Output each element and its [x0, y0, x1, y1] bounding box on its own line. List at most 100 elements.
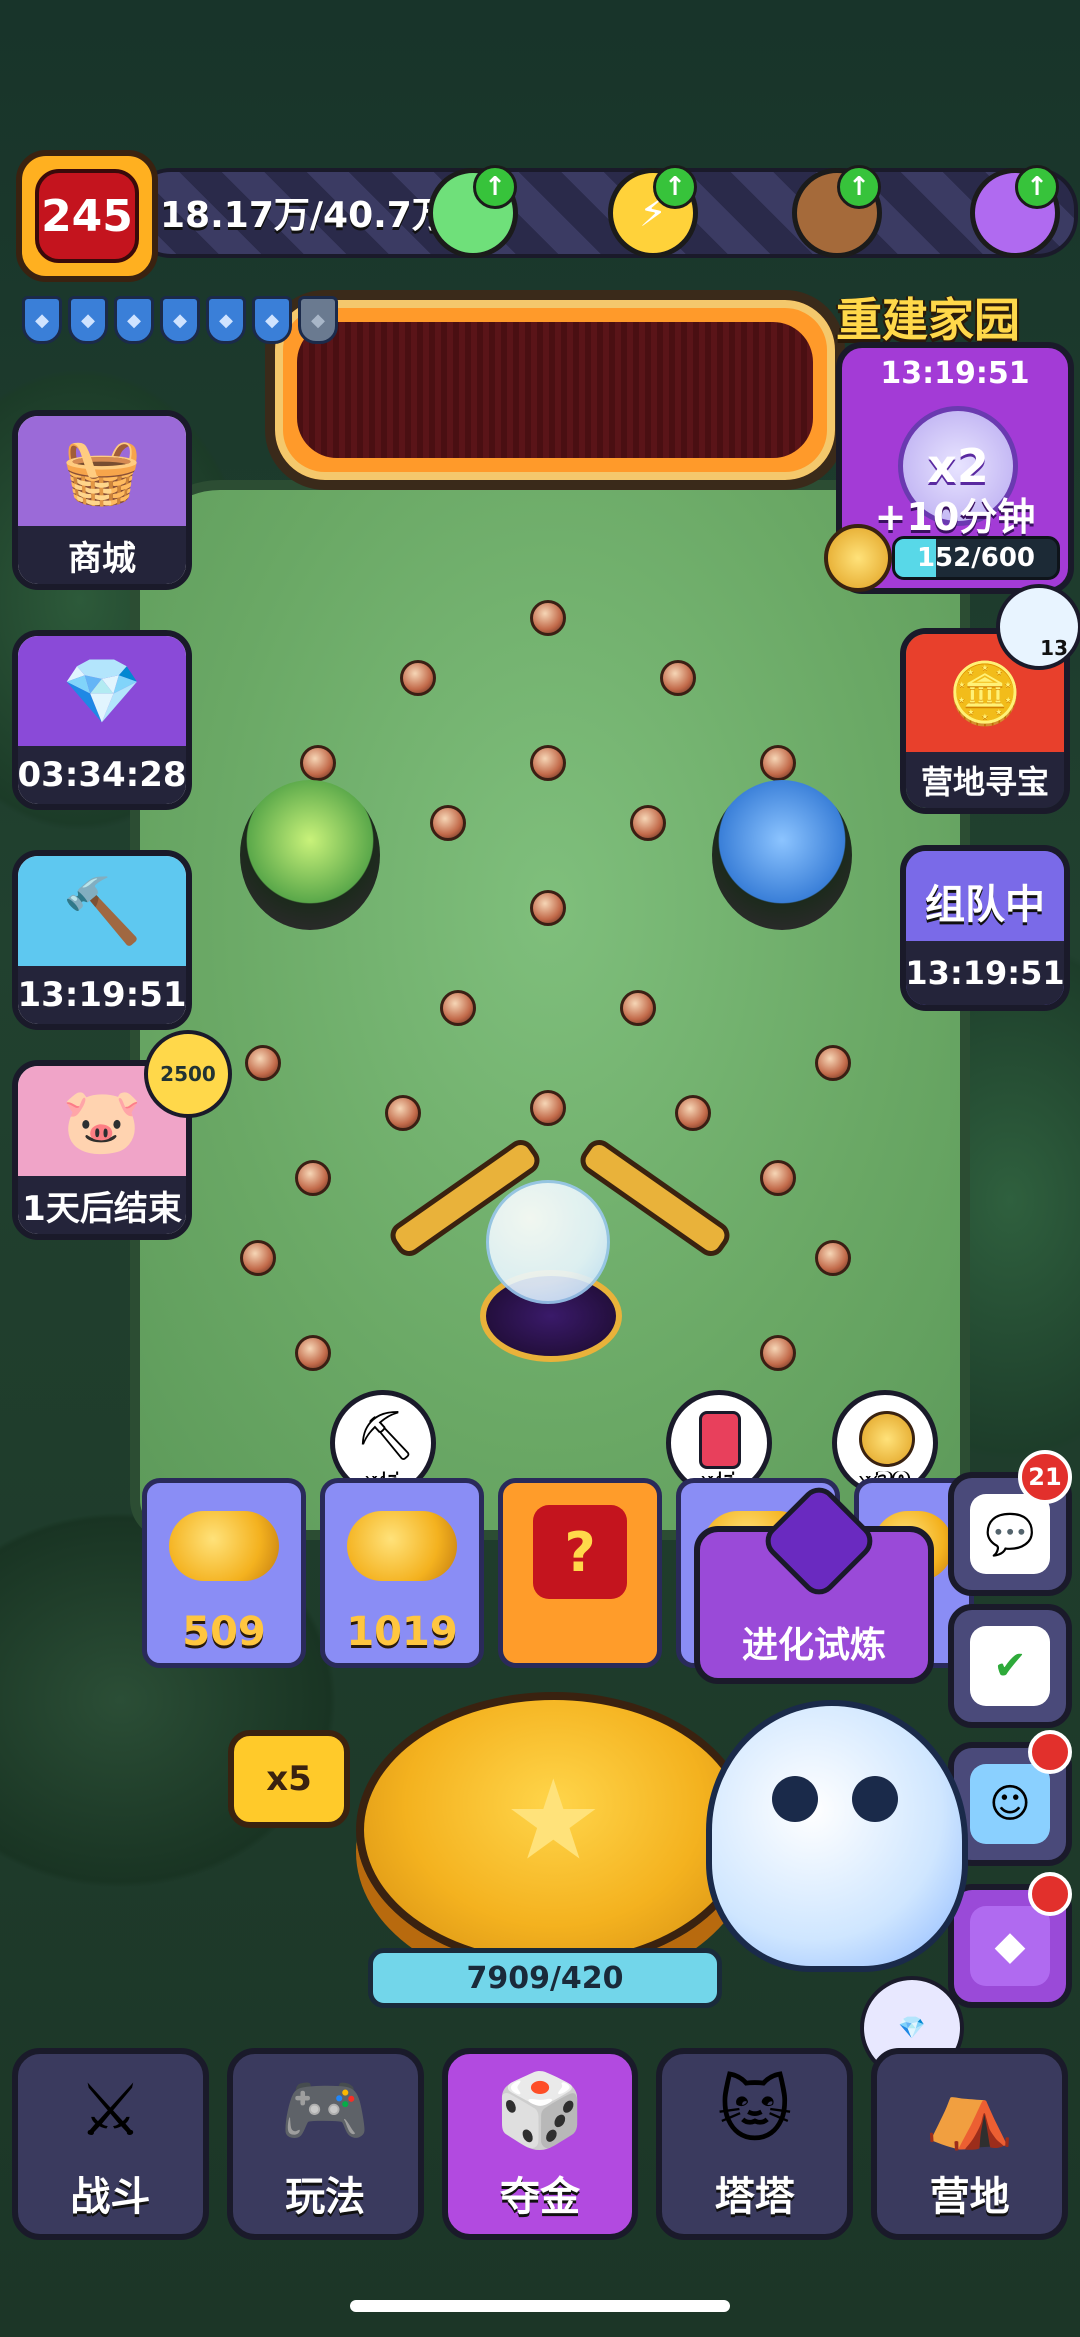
peg — [760, 745, 796, 781]
coin-pile-icon — [347, 1511, 457, 1581]
player-level: 245 — [35, 169, 139, 263]
energy-counter: 7909/420 — [368, 1948, 722, 2008]
piggy-bank-label: 1天后结束 — [18, 1176, 186, 1234]
golden-screw-icon — [859, 1411, 915, 1467]
energy-drink-icon — [699, 1411, 741, 1469]
gem-box-icon: 💎 — [18, 636, 186, 746]
peg — [530, 745, 566, 781]
chat-icon: 💬 — [970, 1494, 1050, 1574]
peg — [530, 600, 566, 636]
arrow-up-icon: ↑ — [473, 165, 517, 209]
nav-label: 玩法 — [285, 2174, 366, 2220]
player-level-badge[interactable]: 245 — [16, 150, 158, 282]
evolution-trial-button[interactable]: 进化试炼 — [694, 1480, 934, 1684]
peg — [240, 1240, 276, 1276]
star-egg-bumper — [240, 780, 380, 930]
home-indicator[interactable] — [350, 2300, 730, 2312]
team-timer: 13:19:51 — [906, 941, 1064, 1005]
cat-emblem-icon: ◆ — [970, 1906, 1050, 1986]
peg — [440, 990, 476, 1026]
peg — [295, 1160, 331, 1196]
shield-icon: ◆ — [252, 296, 292, 344]
cat-face-icon: 🐱 — [717, 2068, 793, 2152]
tent-icon: ⛺ — [924, 2068, 1015, 2152]
peg — [530, 1090, 566, 1126]
pinball-field — [130, 480, 970, 1540]
reward-value: 509 — [182, 1609, 266, 1655]
yellow-upgrade-button[interactable]: ⚡ ↑ — [608, 165, 698, 258]
nav-battle[interactable]: ⚔ 战斗 — [12, 2048, 209, 2240]
tasks-button[interactable]: ✔ — [948, 1604, 1072, 1728]
peg — [245, 1045, 281, 1081]
pet-notification-dot — [1028, 1872, 1072, 1916]
shield-bumper — [712, 780, 852, 930]
friends-notification-dot — [1028, 1730, 1072, 1774]
team-button[interactable]: 组队中 13:19:51 — [900, 845, 1070, 1011]
arrow-up-icon: ↑ — [837, 165, 881, 209]
peg — [530, 890, 566, 926]
nav-camp[interactable]: ⛺ 营地 — [871, 2048, 1068, 2240]
hammer-event-button[interactable]: 🔨 13:19:51 — [12, 850, 192, 1030]
peg — [760, 1335, 796, 1371]
ticket-bubble — [486, 1180, 610, 1304]
pickaxe-count-badge: 13 — [996, 584, 1080, 670]
mystery-slot: ? — [498, 1478, 662, 1668]
nav-tata[interactable]: 🐱 塔塔 — [656, 2048, 854, 2240]
shield-icon: ◆ — [68, 296, 108, 344]
shield-icon: ◆ — [160, 296, 200, 344]
shop-button[interactable]: 🧺 商城 — [12, 410, 192, 590]
rebuild-title: 重建家园 — [836, 293, 1020, 347]
bottom-navigation: ⚔ 战斗 🎮 玩法 🎲 夺金 🐱 塔塔 ⛺ 营地 — [12, 2048, 1068, 2240]
peg — [400, 660, 436, 696]
peg — [295, 1335, 331, 1371]
nav-label: 战斗 — [70, 2174, 151, 2220]
shield-icon: ◆ — [114, 296, 154, 344]
hammer-event-timer: 13:19:51 — [18, 966, 186, 1024]
rebuild-progress-bar: 152/600 — [892, 536, 1060, 580]
dice-faces-icon: 🎲 — [495, 2068, 585, 2152]
chat-notification-badge: 21 — [1018, 1450, 1072, 1504]
team-flag-icon: 组队中 — [906, 851, 1064, 941]
shield-icon: ◆ — [206, 296, 246, 344]
rebuild-progress-text: 152/600 — [916, 543, 1036, 573]
coin-pile-icon — [169, 1511, 279, 1581]
gem-box-button[interactable]: 💎 03:34:28 — [12, 630, 192, 810]
launch-button[interactable]: ★ — [356, 1692, 752, 1968]
nav-label: 塔塔 — [714, 2174, 795, 2220]
piggy-gem-count-badge: 2500 — [144, 1030, 232, 1118]
nav-play[interactable]: 🎮 玩法 — [226, 2048, 424, 2240]
peg — [300, 745, 336, 781]
reward-slot: 509 — [142, 1478, 306, 1668]
brown-upgrade-button[interactable]: ↑ — [792, 165, 882, 258]
shop-label: 商城 — [18, 526, 186, 584]
mystery-star-icon: ? — [533, 1505, 627, 1599]
peg — [815, 1240, 851, 1276]
scoreboard — [265, 290, 845, 490]
multiplier-button[interactable]: x5 — [228, 1730, 350, 1828]
experience-text: 18.17万/40.7万 — [160, 195, 448, 236]
shield-row: ◆ ◆ ◆ ◆ ◆ ◆ ◆ — [22, 296, 338, 344]
camp-treasure-label: 营地寻宝 — [906, 752, 1064, 808]
nav-label: 营地 — [929, 2174, 1010, 2220]
nav-gold-grab[interactable]: 🎲 夺金 — [441, 2048, 639, 2240]
checklist-icon: ✔ — [970, 1626, 1050, 1706]
friends-icon: ☺ — [970, 1764, 1050, 1844]
gem-box-timer: 03:34:28 — [18, 746, 186, 804]
crossed-swords-icon: ⚔ — [78, 2068, 143, 2152]
hammer-icon: 🔨 — [18, 856, 186, 966]
rebuild-timer: 13:19:51 — [880, 356, 1030, 391]
peg — [430, 805, 466, 841]
arrow-up-icon: ↑ — [653, 165, 697, 209]
nav-label: 夺金 — [499, 2174, 580, 2220]
scoreboard-screen — [297, 322, 813, 458]
reward-slot: 1019 — [320, 1478, 484, 1668]
golden-screw-icon — [824, 524, 892, 592]
peg — [675, 1095, 711, 1131]
mascot-eye — [772, 1776, 818, 1822]
shield-icon: ◆ — [22, 296, 62, 344]
purple-upgrade-button[interactable]: ↑ — [970, 165, 1060, 258]
shield-empty-icon: ◆ — [298, 296, 338, 344]
pickaxe-icon: ⛏ — [355, 1408, 416, 1464]
peg — [630, 805, 666, 841]
green-upgrade-button[interactable]: ↑ — [428, 165, 518, 258]
